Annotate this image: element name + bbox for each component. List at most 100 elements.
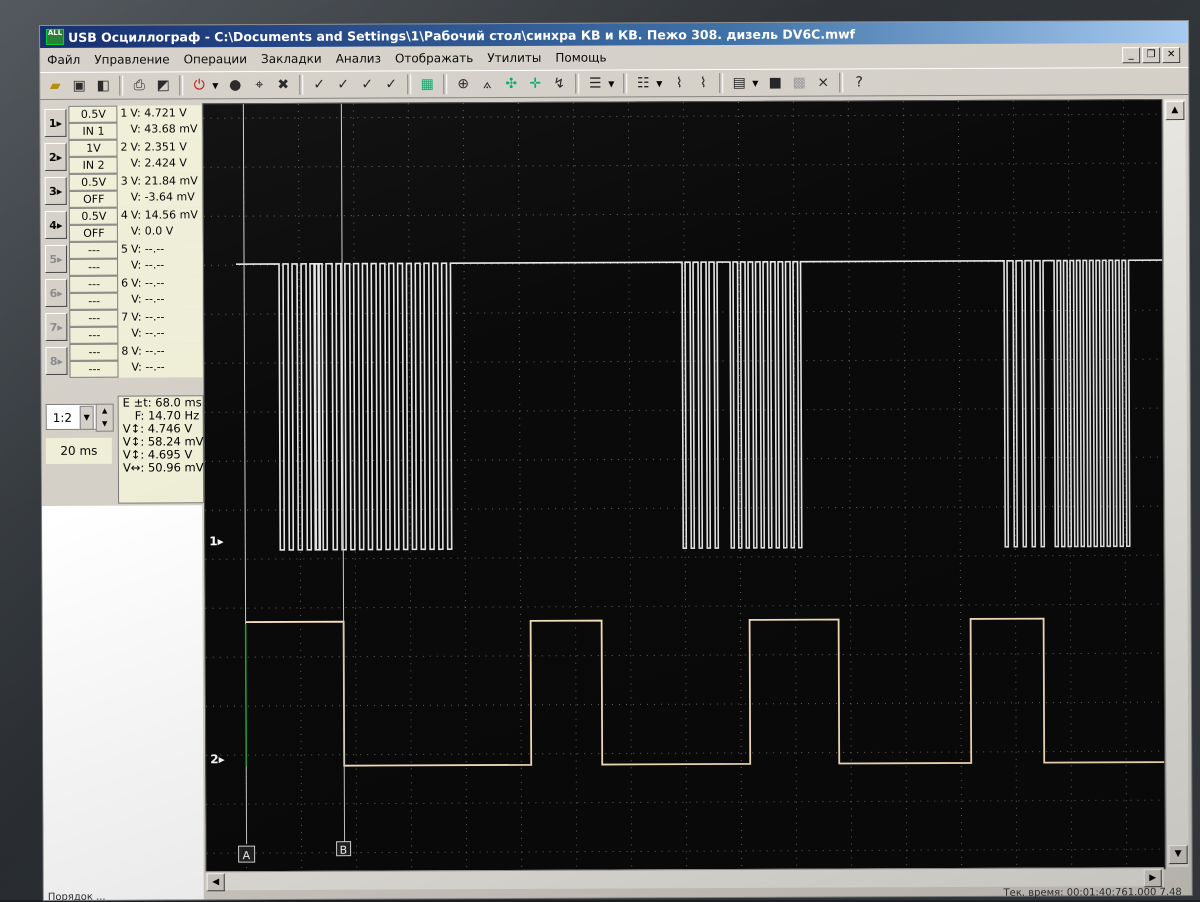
channel-1-input[interactable]: IN 1 (68, 122, 119, 140)
channel-2-waveform (245, 617, 1165, 767)
channel-5-input[interactable]: --- (69, 258, 120, 276)
grid-vertical-line (297, 103, 303, 872)
channel-5-button[interactable]: 5 ▸ (44, 244, 68, 273)
zoom-fit-icon[interactable]: ⊕ (452, 73, 474, 95)
menu-control[interactable]: Управление (87, 52, 176, 66)
mdi-minimize-icon[interactable]: _ (1122, 47, 1141, 64)
channel-4-input[interactable]: OFF (68, 224, 119, 242)
crosshair-icon[interactable]: ✛ (524, 73, 546, 95)
dropdown-arrow-icon[interactable]: ▼ (656, 79, 666, 88)
probe-icon[interactable]: ⌖ (248, 74, 270, 96)
readout-v-bottom: V: 0.0 V (130, 224, 174, 238)
menu-help[interactable]: Помощь (548, 50, 613, 65)
dropdown-arrow-icon[interactable]: ▼ (752, 78, 762, 87)
check-variant-1-icon[interactable]: ✓ (332, 74, 354, 96)
mdi-close-icon[interactable]: ✕ (1162, 47, 1181, 64)
cursor-b-icon[interactable]: ✣ (500, 73, 522, 95)
scroll-up-icon[interactable]: ▲ (1165, 101, 1185, 121)
channel-7-button[interactable]: 7 ▸ (45, 312, 68, 341)
check-variant-3-icon[interactable]: ✓ (380, 73, 402, 95)
channel-number: 5 (49, 252, 58, 266)
channel-2-scale[interactable]: 1V (68, 139, 119, 157)
grid-vertical-line (572, 102, 578, 871)
title-bar: ALL USB Осциллограф - C:\Documents and S… (40, 20, 1189, 48)
toolbar-separator (575, 73, 580, 94)
record-dot-icon[interactable]: ● (224, 74, 246, 96)
channel-6-scale[interactable]: --- (69, 275, 120, 293)
dropdown-arrow-icon[interactable]: ▼ (608, 79, 618, 88)
check-variant-2-icon[interactable]: ✓ (356, 74, 378, 96)
chevron-down-icon[interactable]: ▼ (79, 405, 94, 430)
channel-5-readout: 5 V: --.-- V: --.-- (116, 241, 203, 276)
channel-7-input[interactable]: --- (69, 326, 120, 344)
channel-2-marker[interactable]: 2▸ (210, 752, 224, 766)
readout-v-top: V: 14.56 mV (130, 208, 198, 222)
scroll-left-icon[interactable]: ◀ (206, 873, 225, 892)
scroll-right-icon[interactable]: ▶ (1143, 869, 1162, 888)
channel-7-scale[interactable]: --- (69, 309, 120, 327)
save-as-icon[interactable]: ◧ (92, 75, 114, 97)
menu-bookmarks[interactable]: Закладки (254, 52, 329, 66)
channel-6-input[interactable]: --- (69, 292, 120, 310)
vertical-scrollbar[interactable]: ▲ ▼ (1162, 99, 1189, 868)
menu-display[interactable]: Отображать (388, 51, 480, 65)
channel-number: 2 (48, 150, 57, 164)
grid-horizontal-line (203, 162, 1162, 168)
print-preview-icon[interactable]: ◩ (152, 74, 174, 96)
channel-1-button[interactable]: 1 ▸ (44, 108, 67, 137)
grid-horizontal-line (205, 603, 1164, 609)
channel-8-scale[interactable]: --- (69, 343, 120, 361)
channel-3-input[interactable]: OFF (68, 190, 119, 208)
dropdown-arrow-icon[interactable]: ▼ (212, 81, 222, 90)
readout-v-top: V: 4.721 V (130, 106, 187, 120)
tools-icon[interactable]: ✖ (272, 74, 294, 96)
grid-horizontal-line (204, 456, 1163, 462)
cursor-a-icon[interactable]: ⟑ (476, 73, 498, 95)
channel-4-scale[interactable]: 0.5V (68, 207, 119, 225)
help-icon[interactable]: ? (848, 71, 870, 93)
channel-number: 8 (49, 354, 58, 368)
oscilloscope-window: ALL USB Осциллограф - C:\Documents and S… (40, 20, 1192, 902)
zoom-spinner[interactable]: ▲ ▼ (95, 403, 114, 432)
empty-panel-area (42, 505, 204, 900)
signal-b-icon[interactable]: ⌇ (692, 72, 714, 94)
grid-horizontal-line (204, 309, 1163, 315)
menu-utilities[interactable]: Утилиты (480, 51, 548, 65)
grid-vertical-line (957, 100, 963, 869)
print-icon[interactable]: ⎙ (128, 75, 150, 97)
memory-icon[interactable]: ☰ (584, 73, 606, 95)
channel-4-button[interactable]: 4 ▸ (44, 210, 67, 239)
channel-8-input[interactable]: --- (69, 360, 120, 378)
channel-3-scale[interactable]: 0.5V (68, 173, 119, 191)
oscilloscope-display[interactable]: AB 1▸ 2▸ (202, 99, 1166, 874)
channel-3-button[interactable]: 3 ▸ (44, 176, 67, 205)
channel-8-button[interactable]: 8 ▸ (45, 346, 68, 375)
menu-file[interactable]: Файл (40, 53, 87, 67)
signal-a-icon[interactable]: ⌇ (668, 72, 690, 94)
stop-power-icon[interactable]: ⏻ (188, 74, 210, 96)
layers-icon[interactable]: ☷ (632, 72, 654, 94)
black-square-icon[interactable]: ■ (764, 72, 786, 94)
channel-2-button[interactable]: 2 ▸ (44, 142, 67, 171)
menu-analysis[interactable]: Анализ (329, 51, 388, 66)
scroll-down-icon[interactable]: ▼ (1168, 845, 1188, 865)
waveform-canvas[interactable]: AB (203, 100, 1165, 873)
channel-5-scale[interactable]: --- (68, 241, 120, 259)
trend-icon[interactable]: ↯ (548, 73, 570, 95)
channel-number: 6 (49, 286, 58, 300)
channel-6-button[interactable]: 6 ▸ (45, 278, 68, 307)
channel-1-scale[interactable]: 0.5V (68, 105, 119, 123)
open-folder-icon[interactable]: ▰ (44, 75, 66, 97)
check-icon[interactable]: ✓ (308, 74, 330, 96)
toolbar-separator (443, 74, 448, 95)
channel-1-marker[interactable]: 1▸ (209, 534, 223, 548)
chart-view-icon[interactable]: ▦ (416, 73, 438, 95)
channel-2-input[interactable]: IN 2 (68, 156, 119, 174)
screen-icon[interactable]: ▤ (728, 72, 750, 94)
mdi-restore-icon[interactable]: ❐ (1142, 47, 1161, 64)
channel-8-readout: 8 V: --.-- V: --.-- (117, 343, 203, 378)
save-disk-icon[interactable]: ▣ (68, 75, 90, 97)
channel-7-readout: 7 V: --.-- V: --.-- (117, 309, 203, 344)
cross-tool-icon[interactable]: ⨯ (812, 72, 834, 94)
menu-operations[interactable]: Операции (177, 52, 254, 66)
